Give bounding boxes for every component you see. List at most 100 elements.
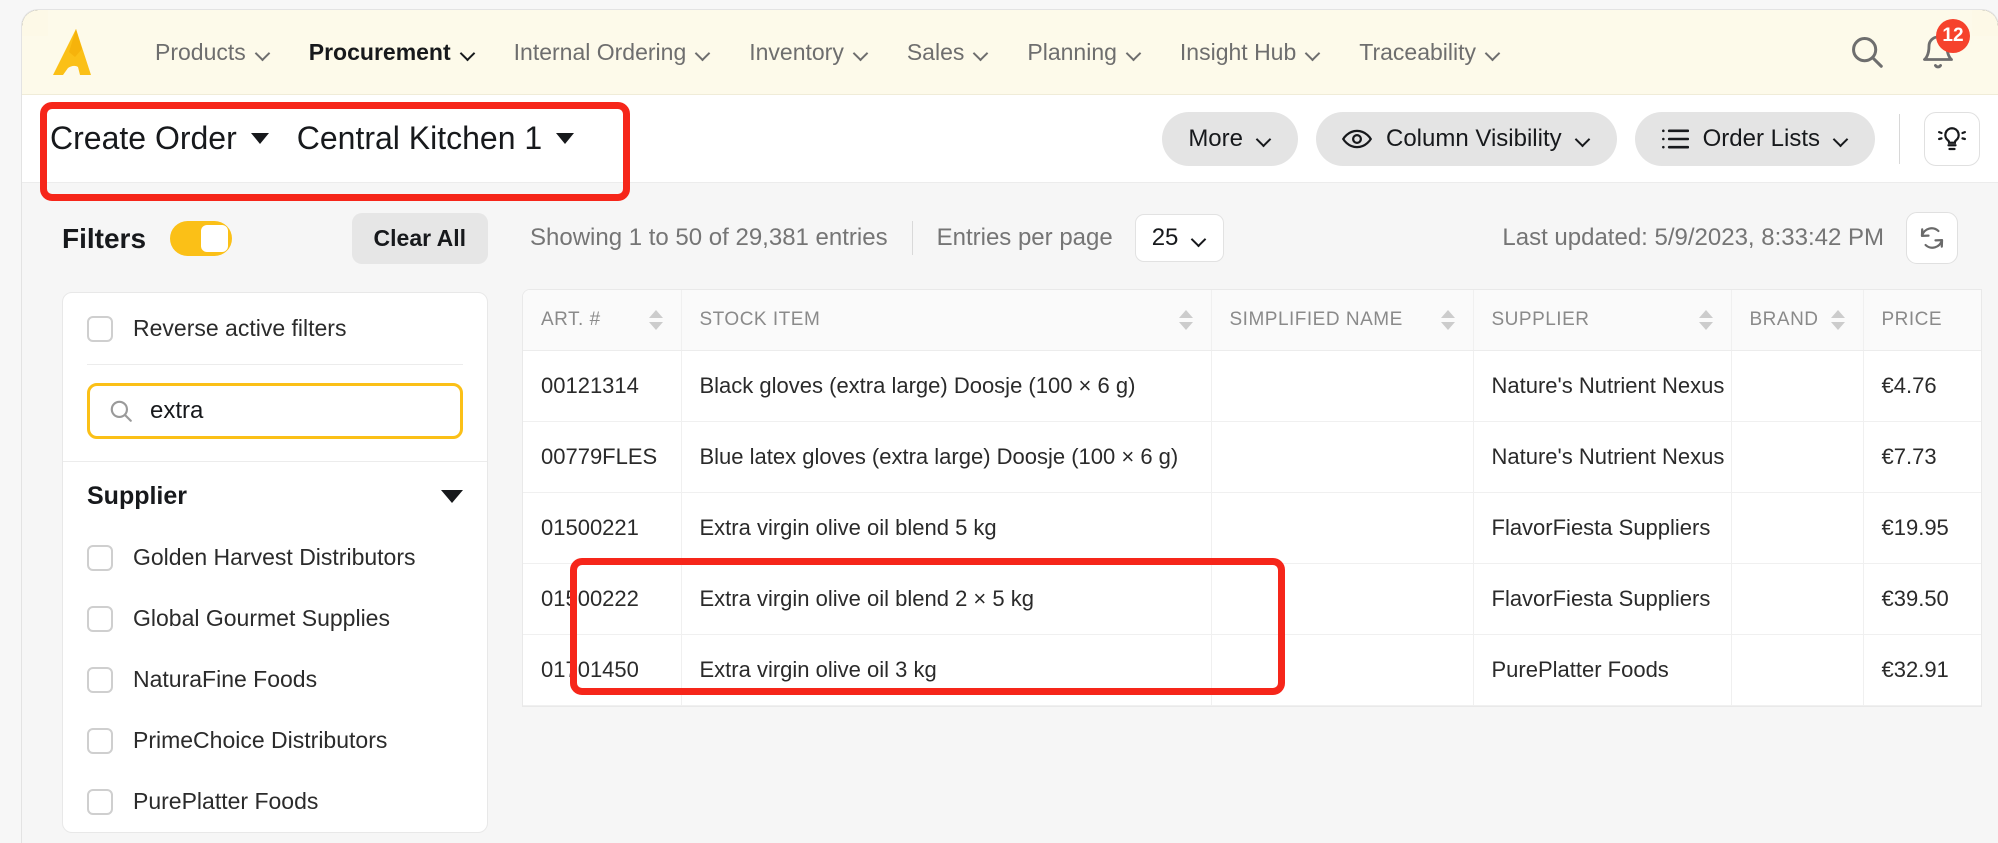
search-icon[interactable] [1848, 33, 1886, 71]
cell-simplified-name [1211, 350, 1474, 422]
caret-down-icon[interactable] [441, 490, 463, 503]
cell-simplified-name [1211, 563, 1474, 635]
page-body: Filters Clear All Reverse active filters [22, 183, 1998, 843]
cell-price: €39.50 [1863, 563, 1981, 635]
logo-a-icon[interactable] [50, 27, 106, 77]
entries-per-page-select[interactable]: 25 [1134, 214, 1225, 262]
column-header-simplified-name[interactable]: SIMPLIFIED NAME [1211, 290, 1474, 351]
filter-panel: Reverse active filters Supplier [62, 292, 488, 833]
column-label: BRAND [1749, 308, 1819, 330]
sort-icon[interactable] [648, 309, 663, 330]
table-row[interactable]: 00779FLES Blue latex gloves (extra large… [523, 421, 1981, 493]
supplier-section-title: Supplier [87, 482, 188, 510]
supplier-option-row[interactable]: PrimeChoice Distributors [63, 710, 487, 771]
table-row[interactable]: 01500221 Extra virgin olive oil blend 5 … [523, 492, 1981, 564]
showing-entries-text: Showing 1 to 50 of 29,381 entries [530, 224, 888, 251]
supplier-option-row[interactable]: NaturaFine Foods [63, 649, 487, 710]
chevron-down-icon [974, 48, 989, 57]
column-visibility-button[interactable]: Column Visibility [1316, 111, 1617, 166]
supplier-checkbox[interactable] [87, 727, 113, 754]
nav-item-label: Procurement [308, 38, 451, 65]
column-header-art[interactable]: ART. # [523, 290, 682, 351]
supplier-option-row[interactable]: Global Gourmet Supplies [63, 588, 487, 649]
create-order-dropdown[interactable]: Create Order [50, 120, 269, 157]
nav-menu: Products Procurement Internal Ordering I… [136, 31, 1520, 74]
chevron-down-icon [1257, 134, 1272, 143]
nav-item-inventory[interactable]: Inventory [730, 31, 888, 74]
nav-item-procurement[interactable]: Procurement [290, 31, 495, 74]
cell-simplified-name [1211, 634, 1474, 706]
nav-item-label: Internal Ordering [513, 38, 687, 65]
nav-item-label: Traceability [1359, 38, 1477, 65]
cell-stock-item: Extra virgin olive oil blend 5 kg [681, 492, 1212, 564]
supplier-checkbox[interactable] [87, 605, 113, 632]
column-header-price[interactable]: PRICE [1863, 290, 1981, 351]
clear-all-button[interactable]: Clear All [351, 213, 488, 264]
supplier-option-row[interactable]: Golden Harvest Distributors [63, 527, 487, 588]
toggle-knob [201, 225, 229, 252]
divider [911, 221, 913, 255]
filters-header: Filters Clear All [62, 213, 488, 264]
order-lists-button[interactable]: Order Lists [1634, 111, 1875, 166]
filter-search-wrap [63, 365, 487, 461]
nav-item-insight-hub[interactable]: Insight Hub [1161, 31, 1340, 74]
cell-stock-item: Black gloves (extra large) Doosje (100 ×… [681, 350, 1212, 422]
refresh-icon[interactable] [1906, 212, 1958, 264]
supplier-option-label: PurePlatter Foods [133, 788, 319, 814]
filter-search-input[interactable] [150, 397, 442, 425]
list-icon [1661, 128, 1689, 150]
lightbulb-icon[interactable] [1924, 111, 1980, 166]
nav-item-label: Products [155, 38, 246, 65]
notification-badge: 12 [1936, 19, 1970, 53]
table-row[interactable]: 01701450 Extra virgin olive oil 3 kg Pur… [523, 634, 1981, 706]
cell-price: €4.76 [1863, 350, 1981, 422]
table-meta-bar: Showing 1 to 50 of 29,381 entries Entrie… [522, 207, 1998, 269]
filters-title: Filters [62, 222, 147, 254]
nav-item-products[interactable]: Products [136, 31, 290, 74]
cell-supplier: Nature's Nutrient Nexus [1473, 350, 1732, 422]
supplier-checkbox[interactable] [87, 544, 113, 571]
supplier-checkbox[interactable] [87, 666, 113, 693]
cell-art: 00121314 [523, 350, 682, 422]
nav-item-internal-ordering[interactable]: Internal Ordering [495, 31, 731, 74]
chevron-down-icon [854, 48, 869, 57]
supplier-checkbox[interactable] [87, 788, 113, 815]
more-button[interactable]: More [1162, 111, 1298, 166]
chevron-down-icon [696, 48, 711, 57]
filters-toggle[interactable] [170, 221, 233, 256]
reverse-active-filters-checkbox[interactable] [87, 315, 113, 342]
sort-icon[interactable] [1440, 309, 1455, 330]
cell-brand [1731, 563, 1864, 635]
table-row[interactable]: 00121314 Black gloves (extra large) Doos… [523, 350, 1981, 422]
chevron-down-icon [1576, 134, 1591, 143]
last-updated-text: Last updated: 5/9/2023, 8:33:42 PM [1502, 224, 1884, 251]
nav-item-traceability[interactable]: Traceability [1340, 31, 1520, 74]
caret-down-icon [250, 133, 269, 144]
page-toolbar: Create Order Central Kitchen 1 More Colu… [22, 95, 1998, 183]
filter-search-box[interactable] [87, 383, 463, 439]
table-row[interactable]: 01500222 Extra virgin olive oil blend 2 … [523, 563, 1981, 635]
reverse-active-filters-label: Reverse active filters [133, 315, 347, 341]
nav-item-label: Planning [1027, 38, 1117, 65]
sort-icon[interactable] [1178, 309, 1193, 330]
browser-window: Products Procurement Internal Ordering I… [22, 10, 1998, 843]
location-dropdown[interactable]: Central Kitchen 1 [297, 120, 575, 157]
column-header-stock-item[interactable]: STOCK ITEM [681, 290, 1212, 351]
entries-per-page-label: Entries per page [936, 224, 1113, 251]
column-header-supplier[interactable]: SUPPLIER [1473, 290, 1732, 351]
bell-icon[interactable]: 12 [1920, 19, 1970, 71]
nav-item-planning[interactable]: Planning [1008, 31, 1161, 74]
reverse-active-filters-row[interactable]: Reverse active filters [63, 293, 487, 364]
sort-icon[interactable] [1830, 309, 1845, 330]
nav-item-sales[interactable]: Sales [888, 31, 1009, 74]
column-header-brand[interactable]: BRAND [1731, 290, 1864, 351]
filters-sidebar: Filters Clear All Reverse active filters [22, 183, 522, 843]
cell-supplier: PurePlatter Foods [1473, 634, 1732, 706]
column-label: STOCK ITEM [699, 308, 821, 330]
supplier-option-label: PrimeChoice Distributors [133, 727, 388, 753]
supplier-section-header[interactable]: Supplier [63, 461, 487, 527]
supplier-option-row[interactable]: PurePlatter Foods [63, 771, 487, 832]
column-label: SIMPLIFIED NAME [1229, 308, 1403, 330]
table-panel: Showing 1 to 50 of 29,381 entries Entrie… [522, 183, 1998, 843]
sort-icon[interactable] [1698, 309, 1713, 330]
